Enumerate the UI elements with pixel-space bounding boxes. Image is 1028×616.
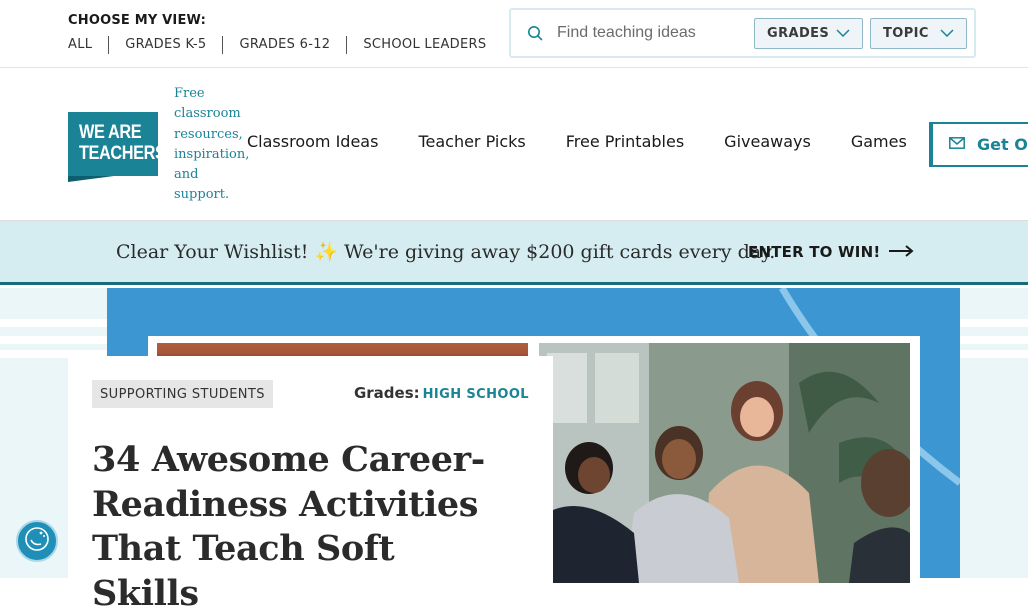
nav-item-classroom-ideas[interactable]: Classroom Ideas: [247, 132, 378, 151]
enter-to-win-link[interactable]: ENTER TO WIN!: [748, 243, 914, 261]
search-box: GRADES TOPIC: [509, 8, 976, 58]
accessibility-icon: [24, 526, 50, 557]
view-links: ALL GRADES K-5 GRADES 6-12 SCHOOL LEADER…: [68, 36, 502, 54]
article-title: 34 Awesome Career-Readiness Activities T…: [92, 439, 485, 614]
logo-text: WE ARE TEACHERS: [79, 122, 166, 164]
view-link-grades-6-12[interactable]: GRADES 6-12: [222, 36, 346, 54]
accessibility-button[interactable]: [16, 520, 58, 562]
article-card: SUPPORTING STUDENTS Grades: HIGH SCHOOL …: [68, 356, 553, 614]
grades-value-link[interactable]: HIGH SCHOOL: [423, 387, 529, 402]
newsletter-label: Get Ou: [977, 135, 1028, 154]
topic-dropdown-label: TOPIC: [883, 26, 929, 41]
site-logo[interactable]: WE ARE TEACHERS: [68, 112, 166, 176]
students-photo: [539, 343, 910, 583]
hero-image-students: [539, 343, 910, 583]
chevron-down-icon: [836, 26, 850, 41]
promo-text: Clear Your Wishlist! ✨ We're giving away…: [116, 241, 776, 263]
grades-dropdown[interactable]: GRADES: [754, 18, 863, 49]
newsletter-button[interactable]: Get Ou: [929, 122, 1028, 167]
topic-dropdown[interactable]: TOPIC: [870, 18, 967, 49]
top-utility-bar: CHOOSE MY VIEW: ALL GRADES K-5 GRADES 6-…: [0, 0, 1028, 68]
grades-dropdown-label: GRADES: [767, 26, 830, 41]
nav-item-teacher-picks[interactable]: Teacher Picks: [418, 132, 525, 151]
view-link-grades-k-5[interactable]: GRADES K-5: [108, 36, 222, 54]
choose-view-title: CHOOSE MY VIEW:: [68, 13, 207, 28]
promo-banner: Clear Your Wishlist! ✨ We're giving away…: [0, 221, 1028, 285]
category-tag[interactable]: SUPPORTING STUDENTS: [92, 380, 273, 408]
nav-item-giveaways[interactable]: Giveaways: [724, 132, 811, 151]
nav-menu: Classroom Ideas Teacher Picks Free Print…: [247, 132, 947, 151]
enter-to-win-label: ENTER TO WIN!: [748, 243, 881, 261]
arrow-right-icon: [888, 243, 914, 261]
mail-icon: [949, 136, 965, 154]
search-icon[interactable]: [527, 25, 543, 41]
site-tagline: Free classroom resources, inspiration, a…: [174, 86, 250, 203]
view-link-school-leaders[interactable]: SCHOOL LEADERS: [346, 36, 502, 54]
nav-item-games[interactable]: Games: [851, 132, 907, 151]
chevron-down-icon: [940, 26, 954, 41]
view-link-all[interactable]: ALL: [68, 36, 108, 54]
nav-item-free-printables[interactable]: Free Printables: [566, 132, 684, 151]
grades-label: Grades:: [353, 384, 420, 402]
search-input[interactable]: [557, 19, 747, 47]
main-navbar: WE ARE TEACHERS Free classroom resources…: [0, 68, 1028, 221]
article-grades: Grades: HIGH SCHOOL: [354, 384, 529, 402]
